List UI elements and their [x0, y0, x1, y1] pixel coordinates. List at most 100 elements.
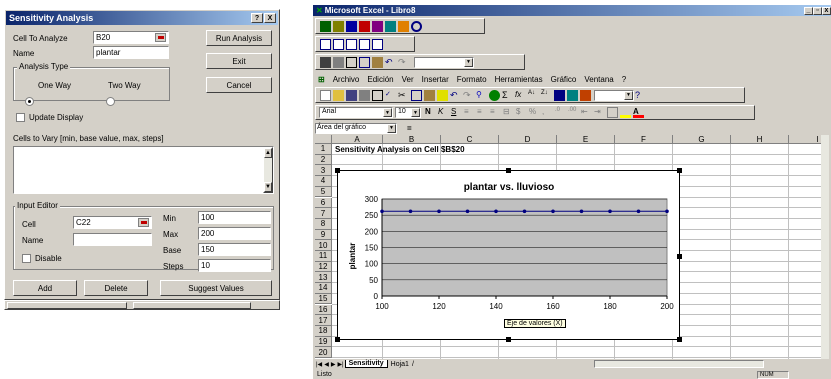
column-header-a[interactable]: A	[332, 135, 383, 144]
tool-icon[interactable]	[385, 20, 396, 32]
percent-icon[interactable]: %	[529, 107, 540, 118]
menu-archivo[interactable]: Archivo	[333, 75, 360, 84]
ie-range-picker-icon[interactable]	[138, 218, 149, 227]
row-header[interactable]: 10	[315, 240, 332, 251]
chevron-down-icon[interactable]: ▼	[464, 57, 473, 67]
cell-to-analyze-field[interactable]: B20	[93, 31, 169, 44]
row-header[interactable]: 19	[315, 336, 332, 348]
taskbar-item[interactable]	[133, 302, 251, 309]
vertical-scrollbar[interactable]	[821, 135, 829, 359]
copy-icon[interactable]	[359, 56, 370, 68]
search-icon[interactable]	[411, 20, 422, 32]
range-picker-icon[interactable]	[155, 33, 166, 42]
grid-icon[interactable]	[333, 20, 344, 32]
font-name-dropdown[interactable]: Arial ▼	[319, 107, 393, 118]
steps-field[interactable]: 10	[198, 259, 271, 272]
tab-nav-prev-icon[interactable]: ◀	[324, 361, 329, 368]
chart-icon[interactable]	[346, 20, 357, 32]
bold-icon[interactable]: N	[425, 107, 436, 118]
menu-formato[interactable]: Formato	[457, 75, 487, 84]
row-header[interactable]: 9	[315, 229, 332, 241]
select-all-corner[interactable]	[315, 135, 332, 144]
close-button[interactable]: X	[264, 13, 276, 23]
comma-icon[interactable]: ,	[542, 107, 553, 118]
window-icon[interactable]	[372, 38, 383, 50]
chart-handle[interactable]	[335, 168, 340, 173]
toolbar-dropdown[interactable]: ▼	[414, 56, 474, 68]
row-header[interactable]: 14	[315, 283, 332, 294]
paste-icon[interactable]	[424, 89, 435, 101]
row-header[interactable]: 20	[315, 347, 332, 358]
web-icon[interactable]	[489, 89, 500, 101]
row-header[interactable]: 3	[315, 165, 332, 177]
chart-handle[interactable]	[335, 337, 340, 342]
update-display-checkbox[interactable]	[16, 113, 25, 122]
new-icon[interactable]	[320, 89, 331, 101]
chevron-down-icon[interactable]: ▼	[411, 108, 420, 117]
row-header[interactable]: 2	[315, 154, 332, 166]
color-icon[interactable]	[398, 20, 409, 32]
maximize-button[interactable]: ▫	[813, 6, 822, 15]
row-header[interactable]: 18	[315, 325, 332, 337]
save-icon[interactable]	[320, 56, 331, 68]
hyperlink-icon[interactable]: ⚲	[476, 90, 487, 101]
tab-nav-next-icon[interactable]: ▶	[331, 361, 336, 368]
row-header[interactable]: 12	[315, 261, 332, 273]
row-header[interactable]: 11	[315, 251, 332, 262]
cut-icon[interactable]: ✂	[398, 90, 409, 101]
taskbar-item[interactable]	[7, 302, 127, 309]
cell-a1-text[interactable]: Sensitivity Analysis on Cell $B$20	[335, 145, 465, 154]
save-icon[interactable]	[346, 89, 357, 101]
list-scrollbar[interactable]: ▲ ▼	[263, 147, 273, 193]
row-header[interactable]: 4	[315, 176, 332, 187]
run-analysis-button[interactable]: Run Analysis	[206, 30, 272, 46]
copy-icon[interactable]	[411, 89, 422, 101]
format-painter-icon[interactable]	[437, 89, 448, 101]
base-field[interactable]: 150	[198, 243, 271, 256]
sheet-area[interactable]: ABCDEFGHI 1 2 3 4 5 6 7 8 9 10 11 12 13 14 15 16 17 18 19 2…	[315, 135, 829, 359]
row-header[interactable]: 6	[315, 197, 332, 209]
scroll-up-icon[interactable]: ▲	[264, 148, 272, 158]
window-icon[interactable]	[333, 38, 344, 50]
chevron-down-icon[interactable]: ▼	[624, 90, 633, 100]
redo-icon[interactable]: ↷	[463, 90, 474, 101]
menu-help[interactable]: ?	[622, 75, 626, 84]
menu-ventana[interactable]: Ventana	[584, 75, 613, 84]
menu-insertar[interactable]: Insertar	[422, 75, 449, 84]
window-icon[interactable]	[346, 38, 357, 50]
paste-icon[interactable]	[372, 56, 383, 68]
column-header-g[interactable]: G	[673, 135, 731, 144]
chart-wizard-icon[interactable]	[554, 89, 565, 101]
print-icon[interactable]	[359, 89, 370, 101]
exit-button[interactable]: Exit	[206, 53, 272, 69]
chart-area[interactable]: plantar vs. lluvioso plantar 0 50 100 150 20…	[335, 168, 682, 342]
spell-icon[interactable]: ✓	[385, 90, 396, 101]
borders-icon[interactable]	[607, 107, 618, 118]
window-icon[interactable]	[320, 38, 331, 50]
column-header-h[interactable]: H	[731, 135, 789, 144]
underline-icon[interactable]: S	[451, 107, 462, 118]
undo-icon[interactable]: ↶	[450, 90, 461, 101]
redo-icon[interactable]: ↷	[398, 57, 409, 68]
row-header[interactable]: 16	[315, 304, 332, 316]
chart-handle[interactable]	[506, 337, 511, 342]
menu-edicion[interactable]: Edición	[367, 75, 393, 84]
horizontal-scrollbar[interactable]	[593, 360, 764, 368]
print-icon[interactable]	[333, 56, 344, 68]
decimal-increase-icon[interactable]: .0	[555, 107, 566, 118]
cut-icon[interactable]	[346, 56, 357, 68]
function-icon[interactable]: fx	[515, 90, 526, 101]
autosum-icon[interactable]: Σ	[502, 90, 513, 101]
minimize-button[interactable]: _	[804, 6, 813, 15]
tab-nav-last-icon[interactable]: ▶|	[337, 361, 343, 368]
sort-desc-icon[interactable]: Z↓	[541, 90, 552, 101]
column-header-c[interactable]: C	[441, 135, 499, 144]
chart-handle[interactable]	[677, 337, 682, 342]
zoom-dropdown[interactable]: ▼	[594, 89, 634, 101]
help-button[interactable]: ?	[251, 13, 263, 23]
tab-sensitivity[interactable]: Sensitivity	[344, 360, 388, 368]
align-center-icon[interactable]: ≡	[477, 107, 488, 118]
chart-handle[interactable]	[677, 168, 682, 173]
row-header[interactable]: 15	[315, 293, 332, 305]
cancel-button[interactable]: Cancel	[206, 77, 272, 93]
